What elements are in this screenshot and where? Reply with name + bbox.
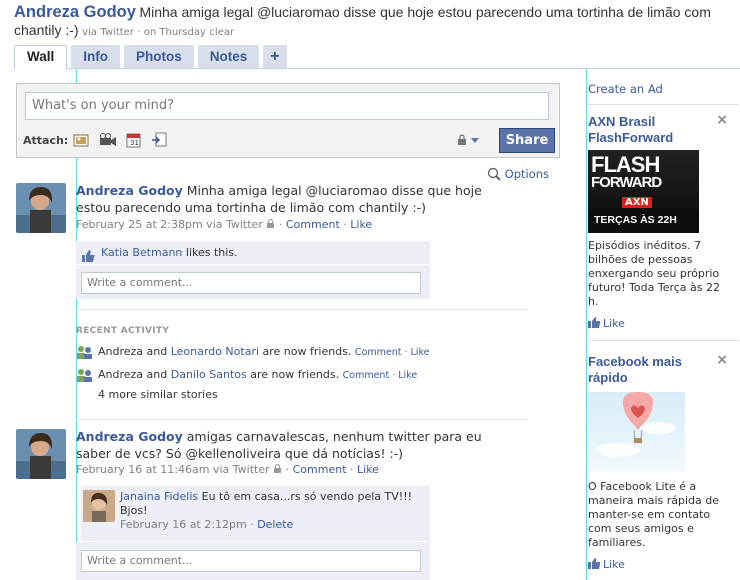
thumbs-up-icon: [82, 247, 95, 271]
avatar[interactable]: [16, 183, 66, 233]
activity-who: Andreza and: [98, 368, 168, 381]
comment-time: February 16 at 2:12pm: [120, 518, 247, 531]
tab-photos[interactable]: Photos: [124, 45, 194, 68]
thumbs-up-icon: [588, 317, 600, 328]
divider: [76, 309, 528, 310]
like-link[interactable]: Like: [411, 347, 430, 358]
ad-axn: × AXN Brasil FlashForward FLASH FORWARD …: [588, 112, 738, 330]
like-link[interactable]: Like: [350, 218, 372, 231]
story-meta: February 25 at 2:38pm via Twitter · Comm…: [76, 218, 373, 231]
feedback-box: Katia Betmann likes this. Write a commen…: [76, 241, 430, 299]
hot-air-balloon-icon: [596, 392, 676, 457]
photo-attach-icon[interactable]: [73, 132, 91, 148]
status-input[interactable]: What's on your mind?: [25, 92, 549, 120]
activity-what: are now friends.: [262, 345, 352, 358]
story-time: February 16 at 11:46am via Twitter: [76, 463, 270, 476]
clear-status-link[interactable]: clear: [209, 27, 234, 38]
commenter-avatar[interactable]: [83, 490, 115, 522]
thumbs-up-icon: [588, 558, 600, 569]
story-author-link[interactable]: Andreza Godoy: [76, 183, 183, 198]
like-link[interactable]: Like: [357, 463, 379, 476]
ad-title[interactable]: AXN Brasil FlashForward: [588, 114, 708, 146]
likes-text: likes this.: [185, 246, 238, 259]
status-via: via: [82, 27, 97, 38]
comment-link[interactable]: Comment: [355, 347, 402, 358]
ad-title[interactable]: Facebook mais rápido: [588, 354, 708, 386]
comment-input[interactable]: Write a comment...: [81, 550, 421, 572]
activity-what: are now friends.: [250, 368, 340, 381]
options-label: Options: [504, 167, 550, 181]
tab-info[interactable]: Info: [71, 45, 121, 68]
ad-body: O Facebook Lite é a maneira mais rápida …: [588, 480, 720, 549]
friends-icon: [76, 345, 94, 363]
wall-options[interactable]: Options: [487, 167, 549, 181]
comment-link[interactable]: Comment: [293, 463, 347, 476]
friend-link[interactable]: Danilo Santos: [171, 368, 247, 381]
more-stories-link[interactable]: 4 more similar stories: [76, 388, 218, 402]
story-text: Andreza Godoy amigas carnavalescas, nenh…: [76, 428, 486, 462]
share-button[interactable]: Share: [499, 128, 555, 153]
video-attach-icon[interactable]: [99, 132, 117, 148]
privacy-lock-icon[interactable]: [457, 134, 483, 149]
ad-image[interactable]: [588, 392, 685, 472]
profile-name[interactable]: Andreza Godoy: [14, 3, 136, 21]
sidebar: Create an Ad × AXN Brasil FlashForward F…: [588, 82, 738, 571]
comment-item: Janaina Fidelis Eu tô em casa...rs só ve…: [81, 486, 430, 541]
story-text: Andreza Godoy Minha amiga legal @luciaro…: [76, 182, 486, 216]
feedback-box: Write a comment...: [76, 542, 430, 580]
status-via-app-link[interactable]: Twitter: [100, 27, 134, 38]
ad-body: Episódios inéditos. 7 bilhões de pessoas…: [588, 239, 720, 308]
magnifier-icon: [487, 167, 505, 181]
tab-notes[interactable]: Notes: [197, 45, 260, 68]
attach-label: Attach:: [23, 134, 69, 147]
list-item: Andreza and Danilo Santos are now friend…: [76, 368, 417, 383]
svg-text:31: 31: [130, 139, 139, 147]
privacy-lock-icon: [266, 218, 275, 231]
friend-link[interactable]: Leonardo Notari: [171, 345, 259, 358]
list-item: Andreza and Leonardo Notari are now frie…: [76, 345, 429, 360]
story-meta: February 16 at 11:46am via Twitter · Com…: [76, 463, 379, 476]
liker-link[interactable]: Katia Betmann: [101, 246, 182, 259]
event-attach-icon[interactable]: 31: [125, 132, 143, 148]
comment-input[interactable]: Write a comment...: [81, 272, 421, 294]
publisher: What's on your mind? Attach: 31 Share: [16, 83, 560, 158]
ad-like-link[interactable]: Like: [588, 317, 738, 330]
comment-text: Janaina Fidelis Eu tô em casa...rs só ve…: [120, 490, 413, 531]
divider: [588, 104, 738, 105]
tab-wall[interactable]: Wall: [14, 45, 68, 70]
status-time: · on Thursday: [137, 27, 206, 38]
privacy-lock-icon: [273, 463, 282, 476]
recent-activity-heading: RECENT ACTIVITY: [76, 326, 170, 336]
ad-facebook-lite: × Facebook mais rápido O Facebook Lite é…: [588, 352, 738, 571]
activity-who: Andreza and: [98, 345, 168, 358]
friends-icon: [76, 368, 94, 386]
divider: [588, 340, 738, 341]
like-link[interactable]: Like: [398, 370, 417, 381]
profile-tabs: Wall Info Photos Notes +: [14, 45, 740, 70]
comment-link[interactable]: Comment: [343, 370, 390, 381]
layout-guide-right: [586, 68, 587, 580]
comment-link[interactable]: Comment: [286, 218, 340, 231]
story-author-link[interactable]: Andreza Godoy: [76, 429, 183, 444]
ad-image[interactable]: FLASH FORWARD AXN TERÇAS ÀS 22H: [588, 150, 699, 233]
close-icon[interactable]: ×: [716, 112, 728, 128]
create-ad-link[interactable]: Create an Ad: [588, 82, 738, 104]
likes-row: Katia Betmann likes this.: [76, 241, 430, 265]
avatar[interactable]: [16, 429, 66, 479]
story-time: February 25 at 2:38pm via Twitter: [76, 218, 263, 231]
comment-author-link[interactable]: Janaina Fidelis: [120, 490, 198, 503]
divider: [76, 419, 528, 420]
link-attach-icon[interactable]: [151, 132, 169, 148]
delete-comment-link[interactable]: Delete: [257, 518, 293, 531]
ad-like-link[interactable]: Like: [588, 558, 738, 571]
close-icon[interactable]: ×: [716, 352, 728, 368]
profile-header: Andreza Godoy Minha amiga legal @luciaro…: [14, 4, 730, 41]
add-tab-button[interactable]: +: [263, 45, 287, 68]
